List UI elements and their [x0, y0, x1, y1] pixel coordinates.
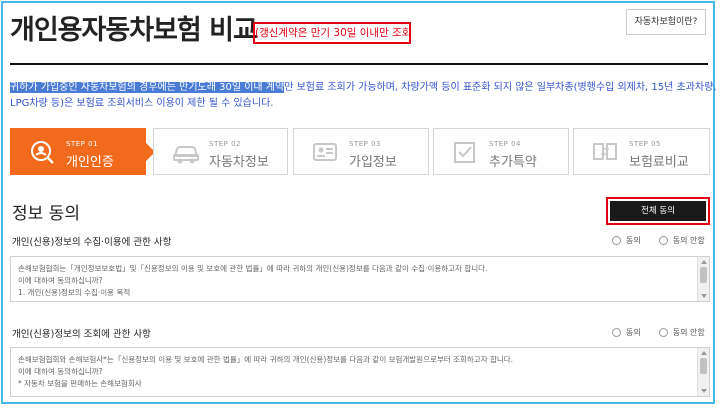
- consent-text-line: 이에 대하여 동의하십니까?: [18, 276, 103, 285]
- step-number: STEP 01: [66, 140, 98, 148]
- step-label: 자동차정보: [209, 155, 269, 170]
- consent-radio-group: 동의 동의 안함: [612, 235, 705, 246]
- consent-item-title: 개인(신용)정보의 조회에 관한 사항: [12, 329, 151, 340]
- scroll-thumb[interactable]: [700, 267, 707, 283]
- consent-text-box[interactable]: 손해보험협회와 손해보험사*는「신용정보의 이용 및 보호에 관한 법률」에 따…: [10, 347, 710, 397]
- notice-highlight: 귀하가 가입중인 자동차보험의 경우에는 만기도래 30일 이내 계약: [10, 82, 285, 93]
- notice-text: 귀하가 가입중인 자동차보험의 경우에는 만기도래 30일 이내 계약만 보험료…: [10, 80, 717, 112]
- agree-all-button[interactable]: 전체 동의: [610, 201, 706, 221]
- agree-all-highlight: 전체 동의: [606, 197, 710, 225]
- step-number: STEP 03: [349, 140, 381, 148]
- checkbox-icon: [451, 138, 479, 166]
- consent-text-line: 이에 대하여 동의하십니까?: [18, 367, 103, 376]
- disagree-option[interactable]: 동의 안함: [658, 327, 705, 338]
- step-1: STEP 01 개인인증: [10, 128, 146, 175]
- consent-text-line: 손해보험협회는「개인정보보호법」및「신용정보의 이용 및 보호에 관한 법률」에…: [18, 264, 488, 273]
- agree-radio[interactable]: [612, 328, 621, 337]
- consent-text-line: * 자동차 보험을 판매하는 손해보험회사: [18, 379, 142, 388]
- step-label: 보험료비교: [629, 155, 689, 170]
- agree-option[interactable]: 동의: [612, 235, 641, 246]
- consent-text-box[interactable]: 손해보험협회는「개인정보보호법」및「신용정보의 이용 및 보호에 관한 법률」에…: [10, 256, 710, 302]
- step-4: STEP 04 추가특약: [433, 128, 569, 175]
- id-card-icon: [311, 138, 339, 166]
- consent-text-line: 손해보험협회와 손해보험사*는「신용정보의 이용 및 보호에 관한 법률」에 따…: [18, 355, 514, 364]
- compare-icon: [591, 138, 619, 166]
- disagree-option[interactable]: 동의 안함: [658, 235, 705, 246]
- consent-text-line: 1. 개인(신용)정보의 수집·이용 목적: [18, 288, 131, 297]
- consent-item-title: 개인(신용)정보의 수집·이용에 관한 사항: [12, 237, 172, 248]
- scroll-up-arrow-icon[interactable]: [701, 260, 707, 264]
- scroll-thumb[interactable]: [700, 358, 707, 374]
- section-title: 정보 동의: [12, 204, 80, 224]
- agree-radio[interactable]: [612, 236, 621, 245]
- step-number: STEP 05: [629, 140, 661, 148]
- disagree-radio[interactable]: [658, 328, 668, 337]
- disagree-label: 동의 안함: [672, 328, 705, 337]
- consent-radio-group: 동의 동의 안함: [612, 327, 705, 338]
- disagree-radio[interactable]: [658, 236, 668, 245]
- car-icon: [171, 138, 199, 166]
- scroll-up-arrow-icon[interactable]: [701, 351, 707, 355]
- title-divider: [10, 63, 708, 65]
- notice-line2: LPG차량 등)은 보험료 조회서비스 이용이 제한 될 수 있습니다.: [10, 98, 274, 109]
- scroll-down-arrow-icon[interactable]: [701, 389, 707, 393]
- search-person-icon: [28, 138, 56, 166]
- step-5: STEP 05 보험료비교: [573, 128, 710, 175]
- what-is-car-insurance-button[interactable]: 자동차보험이란?: [626, 9, 706, 35]
- step-label: 개인인증: [66, 155, 114, 170]
- step-label: 가입정보: [349, 155, 397, 170]
- step-3: STEP 03 가입정보: [293, 128, 429, 175]
- step-2: STEP 02 자동차정보: [153, 128, 288, 175]
- step-progress: STEP 01 개인인증 STEP 02 자동차정보 STEP 03 가입정보 …: [10, 128, 710, 175]
- agree-option[interactable]: 동의: [612, 327, 641, 338]
- renewal-note: (갱신계약은 만기 30일 이내만 조회): [253, 22, 411, 44]
- step-label: 추가특약: [489, 155, 537, 170]
- step-number: STEP 02: [209, 140, 241, 148]
- disagree-label: 동의 안함: [672, 236, 705, 245]
- page-title: 개인용자동차보험 비교: [10, 15, 258, 46]
- agree-label: 동의: [626, 236, 641, 245]
- scrollbar[interactable]: [697, 257, 709, 301]
- step-number: STEP 04: [489, 140, 521, 148]
- agree-label: 동의: [626, 328, 641, 337]
- scrollbar[interactable]: [697, 348, 709, 396]
- scroll-down-arrow-icon[interactable]: [701, 294, 707, 298]
- notice-line1-rest: 만 보험료 조회가 가능하며, 차량가액 등이 표준화 되지 않은 일부차종(병…: [284, 82, 717, 93]
